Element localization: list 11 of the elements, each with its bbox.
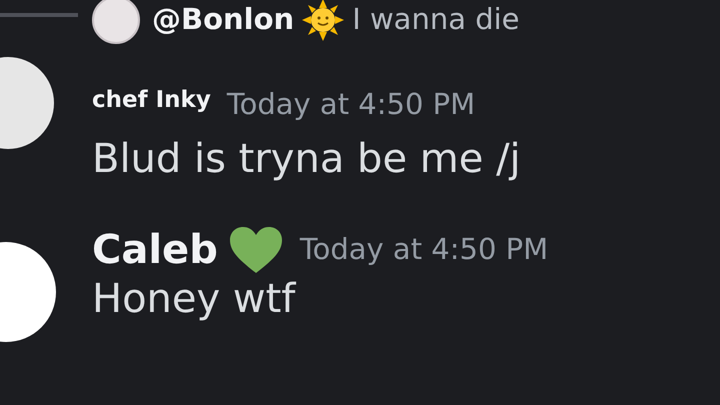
- author-name[interactable]: chef Inky: [92, 88, 211, 114]
- timestamp: Today at 4:50 PM: [226, 86, 476, 123]
- heart-icon: [228, 224, 284, 274]
- timestamp: Today at 4:50 PM: [300, 230, 548, 268]
- reply-text: I wanna die: [352, 1, 520, 38]
- reply-author[interactable]: @Bonlon: [152, 0, 294, 42]
- author-name[interactable]: Caleb: [92, 228, 218, 272]
- sun-icon: [302, 0, 344, 41]
- message-text: Blud is tryna be me /j: [92, 134, 522, 182]
- message-text: Honey wtf: [92, 274, 298, 322]
- avatar: [92, 0, 140, 44]
